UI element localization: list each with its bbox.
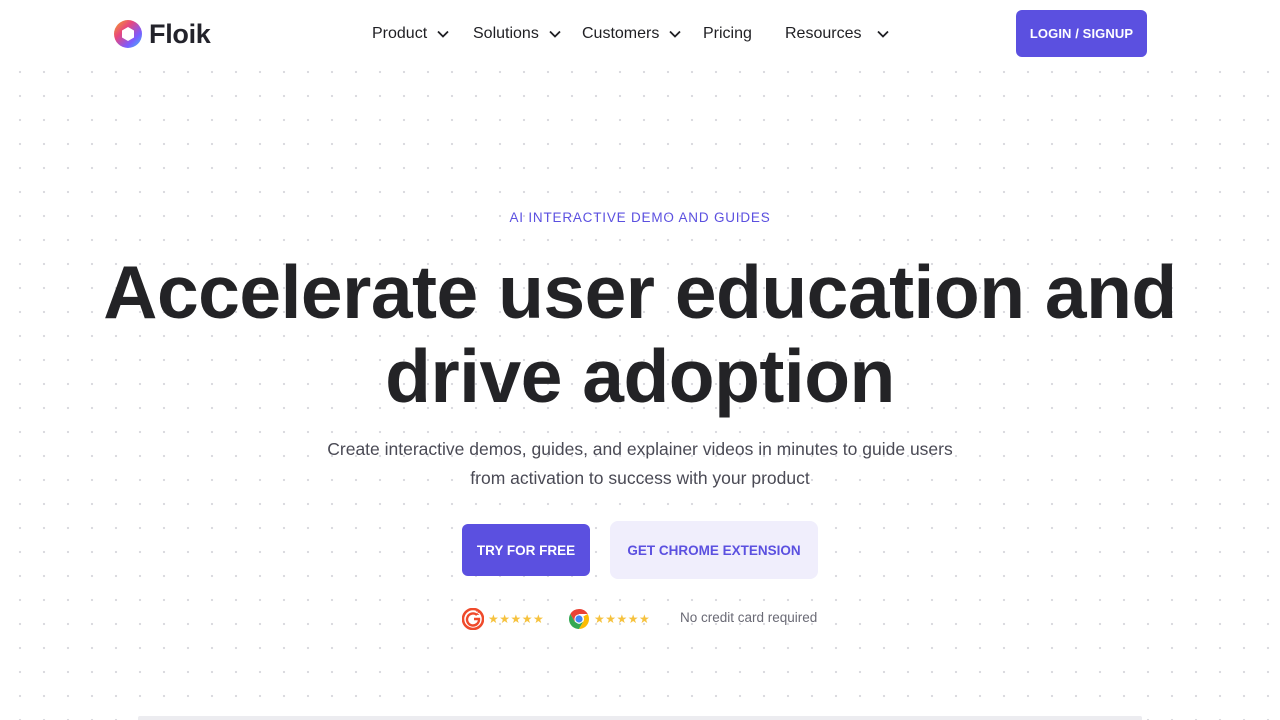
hero-eyebrow: AI INTERACTIVE DEMO AND GUIDES bbox=[509, 210, 771, 225]
hero-subtext: Create interactive demos, guides, and ex… bbox=[320, 435, 960, 493]
nav-item-label: Pricing bbox=[703, 25, 752, 42]
nav-item-label: Resources bbox=[785, 25, 862, 42]
nav-item-product[interactable]: Product bbox=[372, 22, 449, 46]
nav-item-pricing[interactable]: Pricing bbox=[703, 22, 752, 46]
hero-headline: Accelerate user education and drive adop… bbox=[0, 250, 1280, 418]
chevron-down-icon bbox=[437, 30, 449, 38]
nav-item-label: Customers bbox=[582, 25, 660, 42]
chevron-down-icon bbox=[669, 30, 681, 38]
login-signup-button[interactable]: LOGIN / SIGNUP bbox=[1016, 10, 1147, 57]
nav-item-label: Product bbox=[372, 25, 428, 42]
chevron-down-icon bbox=[877, 30, 890, 38]
chevron-down-icon bbox=[549, 30, 561, 38]
hero-subtext-line-2: from activation to success with your pro… bbox=[470, 468, 810, 488]
get-chrome-extension-button[interactable]: GET CHROME EXTENSION bbox=[610, 521, 818, 579]
top-navigation-bar: Floik Product Solutions Customers Pricin… bbox=[0, 0, 1280, 68]
chrome-logo-icon bbox=[569, 609, 589, 629]
nav-item-customers[interactable]: Customers bbox=[582, 22, 681, 46]
hero-headline-line-1: Accelerate user education and bbox=[103, 250, 1177, 334]
ratings-row: 2 ★★★★★ ★★★★★ No credit card required bbox=[462, 607, 842, 631]
try-for-free-button[interactable]: TRY FOR FREE bbox=[462, 524, 590, 576]
g2-logo-icon: 2 bbox=[462, 608, 484, 630]
no-credit-card-note: No credit card required bbox=[680, 610, 818, 625]
g2-stars: ★★★★★ bbox=[488, 612, 545, 626]
nav-item-resources[interactable]: Resources bbox=[785, 22, 890, 46]
hero-headline-line-2: drive adoption bbox=[385, 334, 895, 418]
nav-item-solutions[interactable]: Solutions bbox=[473, 22, 561, 46]
product-preview-edge bbox=[138, 716, 1142, 720]
g2-rating: 2 ★★★★★ bbox=[462, 607, 544, 631]
hero-subtext-line-1: Create interactive demos, guides, and ex… bbox=[327, 439, 953, 459]
chrome-rating: ★★★★★ bbox=[568, 607, 650, 631]
chrome-stars: ★★★★★ bbox=[594, 612, 651, 626]
nav-item-label: Solutions bbox=[473, 25, 539, 42]
